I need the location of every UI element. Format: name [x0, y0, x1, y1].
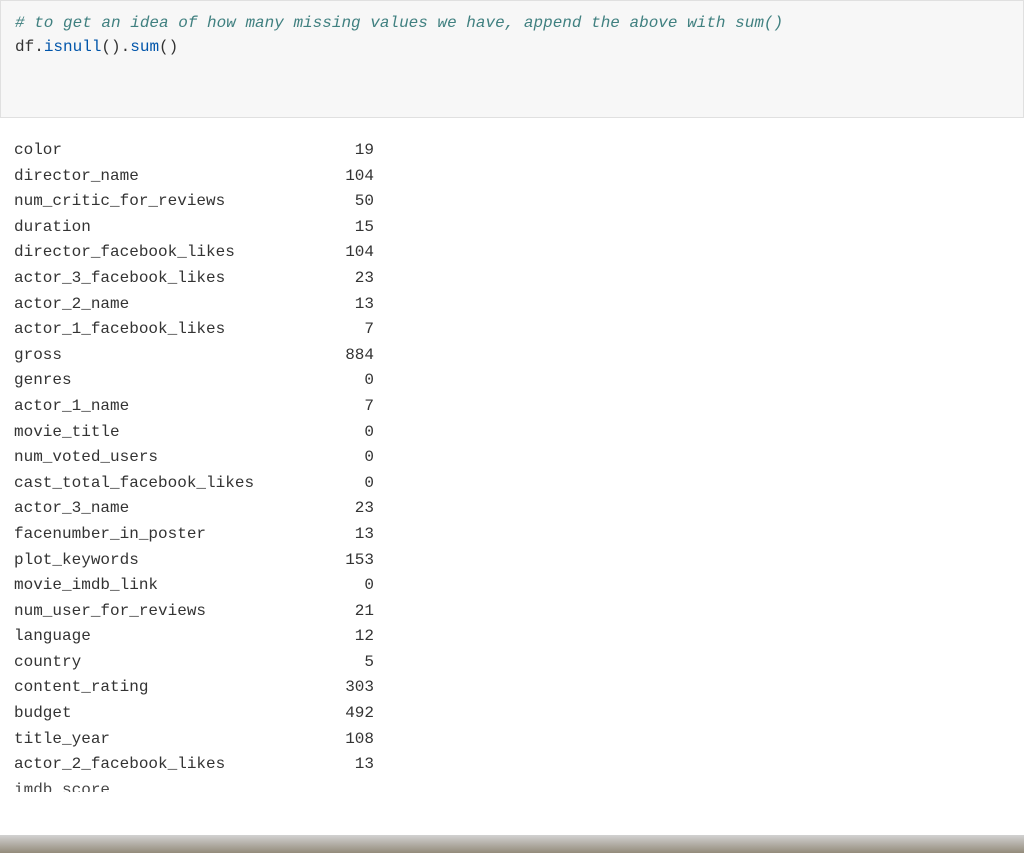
output-row: country5	[14, 650, 1010, 676]
output-row: actor_1_name7	[14, 394, 1010, 420]
output-column-value: 5	[294, 650, 374, 676]
output-row: title_year108	[14, 727, 1010, 753]
code-statement-line: df.isnull().sum()	[15, 35, 1009, 59]
output-column-value: 0	[294, 445, 374, 471]
code-variable: df	[15, 38, 34, 56]
code-method-1: isnull	[44, 38, 102, 56]
output-column-name: director_facebook_likes	[14, 240, 294, 266]
output-column-name: facenumber_in_poster	[14, 522, 294, 548]
output-column-name: actor_1_name	[14, 394, 294, 420]
output-column-value: 13	[294, 292, 374, 318]
output-row: num_user_for_reviews21	[14, 599, 1010, 625]
output-column-value: 23	[294, 496, 374, 522]
output-column-value: 108	[294, 727, 374, 753]
output-column-name: gross	[14, 343, 294, 369]
output-row: content_rating303	[14, 675, 1010, 701]
output-row: actor_2_facebook_likes13	[14, 752, 1010, 778]
output-column-name: genres	[14, 368, 294, 394]
output-column-name: actor_2_name	[14, 292, 294, 318]
code-blank-line	[15, 83, 1009, 107]
output-row: actor_1_facebook_likes7	[14, 317, 1010, 343]
output-column-value: 0	[294, 471, 374, 497]
output-column-name: actor_2_facebook_likes	[14, 752, 294, 778]
output-row: genres0	[14, 368, 1010, 394]
output-column-value: 21	[294, 599, 374, 625]
output-column-value: 7	[294, 394, 374, 420]
output-column-name: country	[14, 650, 294, 676]
output-row: director_name104	[14, 164, 1010, 190]
output-row: num_critic_for_reviews50	[14, 189, 1010, 215]
output-column-name: actor_3_facebook_likes	[14, 266, 294, 292]
output-column-value: 153	[294, 548, 374, 574]
output-column-value: 492	[294, 701, 374, 727]
code-input-cell[interactable]: # to get an idea of how many missing val…	[0, 0, 1024, 118]
output-column-value: 12	[294, 624, 374, 650]
code-blank-line	[15, 59, 1009, 83]
output-column-value: 104	[294, 164, 374, 190]
output-column-value: 13	[294, 522, 374, 548]
output-column-name: content_rating	[14, 675, 294, 701]
output-column-name: plot_keywords	[14, 548, 294, 574]
output-column-name: num_voted_users	[14, 445, 294, 471]
output-column-name: imdb_score	[14, 778, 294, 792]
output-column-name: duration	[14, 215, 294, 241]
output-column-value: 303	[294, 675, 374, 701]
output-column-name: language	[14, 624, 294, 650]
output-column-value: 19	[294, 138, 374, 164]
output-column-value: 0	[294, 573, 374, 599]
output-row: budget492	[14, 701, 1010, 727]
code-comment: # to get an idea of how many missing val…	[15, 14, 783, 32]
output-row-partial: imdb_score	[14, 778, 1010, 792]
output-column-value: 0	[294, 368, 374, 394]
output-row: movie_title0	[14, 420, 1010, 446]
output-row: director_facebook_likes104	[14, 240, 1010, 266]
output-row: language12	[14, 624, 1010, 650]
output-row: actor_3_name23	[14, 496, 1010, 522]
output-column-value: 13	[294, 752, 374, 778]
output-column-value: 50	[294, 189, 374, 215]
output-column-value: 884	[294, 343, 374, 369]
output-row: plot_keywords153	[14, 548, 1010, 574]
output-column-value: 23	[294, 266, 374, 292]
output-column-value: 7	[294, 317, 374, 343]
code-comment-line: # to get an idea of how many missing val…	[15, 11, 1009, 35]
output-row: actor_3_facebook_likes23	[14, 266, 1010, 292]
output-column-value: 15	[294, 215, 374, 241]
output-row: gross884	[14, 343, 1010, 369]
output-column-name: cast_total_facebook_likes	[14, 471, 294, 497]
output-row: facenumber_in_poster13	[14, 522, 1010, 548]
output-column-name: actor_1_facebook_likes	[14, 317, 294, 343]
output-area: color19director_name104num_critic_for_re…	[0, 118, 1024, 792]
code-method-2: sum	[130, 38, 159, 56]
output-column-value: 104	[294, 240, 374, 266]
output-column-name: color	[14, 138, 294, 164]
output-column-name: num_critic_for_reviews	[14, 189, 294, 215]
output-column-name: actor_3_name	[14, 496, 294, 522]
output-row: cast_total_facebook_likes0	[14, 471, 1010, 497]
output-row: actor_2_name13	[14, 292, 1010, 318]
output-column-name: director_name	[14, 164, 294, 190]
output-column-name: title_year	[14, 727, 294, 753]
output-row: color19	[14, 138, 1010, 164]
output-column-value: 0	[294, 420, 374, 446]
output-row: num_voted_users0	[14, 445, 1010, 471]
output-column-name: movie_imdb_link	[14, 573, 294, 599]
output-row: duration15	[14, 215, 1010, 241]
output-row: movie_imdb_link0	[14, 573, 1010, 599]
window-bottom-edge	[0, 835, 1024, 853]
output-column-name: movie_title	[14, 420, 294, 446]
output-column-name: budget	[14, 701, 294, 727]
output-column-name: num_user_for_reviews	[14, 599, 294, 625]
